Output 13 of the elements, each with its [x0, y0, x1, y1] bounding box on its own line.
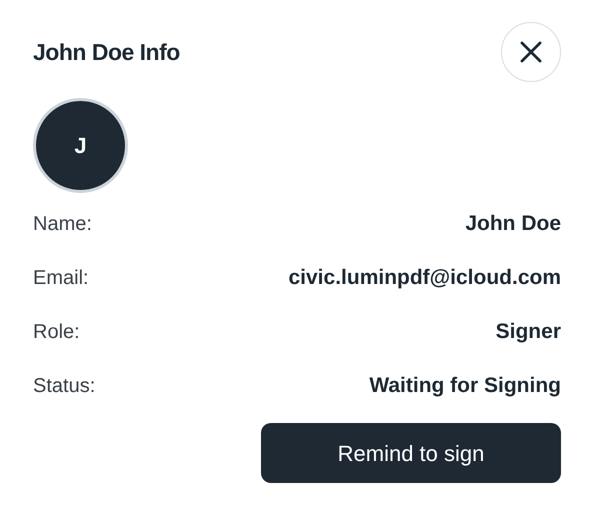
field-value: Signer — [496, 319, 561, 346]
field-label: Status: — [33, 374, 96, 399]
field-label: Name: — [33, 212, 92, 237]
dialog-title: John Doe Info — [33, 38, 180, 67]
close-icon — [520, 41, 542, 63]
field-value: civic.luminpdf@icloud.com — [288, 265, 561, 292]
remind-button[interactable]: Remind to sign — [261, 423, 561, 483]
close-button[interactable] — [501, 22, 561, 82]
avatar: J — [33, 98, 128, 193]
field-label: Email: — [33, 266, 89, 291]
field-label: Role: — [33, 320, 80, 345]
field-value: Waiting for Signing — [369, 373, 561, 400]
field-value: John Doe — [465, 211, 561, 238]
